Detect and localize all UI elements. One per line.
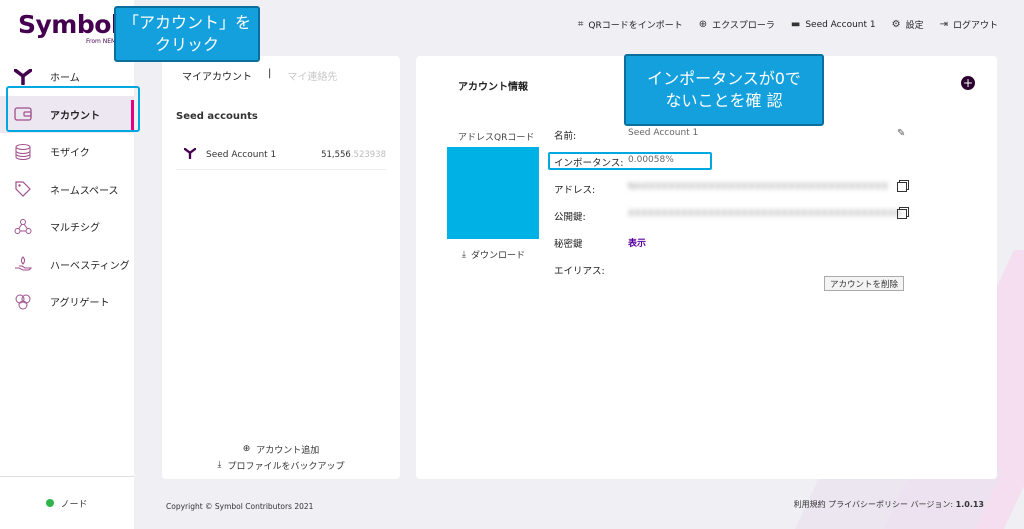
sidebar-item-namespace[interactable]: ネームスペース	[0, 171, 134, 209]
backup-profile-label: プロファイルをバックアップ	[227, 461, 345, 472]
sidebar-item-label: ホーム	[50, 73, 80, 85]
harvest-hand-icon	[12, 253, 34, 275]
address-value: NAXXXXXXXXXXXXXXXXXXXXXXXXXXXXXXXXXXXXX	[628, 182, 889, 192]
node-status-dot	[46, 499, 55, 507]
add-account-label: アカウント追加	[256, 445, 320, 456]
terms-link[interactable]: 利用規約	[794, 500, 826, 509]
symbol-y-icon	[183, 147, 197, 162]
coins-icon	[12, 141, 34, 163]
aggregate-icon	[12, 291, 34, 313]
alias-label: エイリアス:	[554, 266, 605, 277]
sidebar-item-mosaic[interactable]: モザイク	[0, 133, 134, 171]
callout-text: クリック	[154, 35, 219, 54]
accounts-tabs: マイアカウント | マイ連絡先	[182, 68, 337, 83]
show-private-key-link[interactable]: 表示	[628, 236, 646, 249]
gear-icon: ⚙	[891, 19, 901, 30]
download-icon: ⤓	[217, 460, 222, 470]
callout-text: ないことを確 認	[665, 91, 783, 110]
copy-address-icon[interactable]	[897, 182, 907, 192]
sidebar-item-label: マルチシグ	[50, 223, 100, 235]
logout-icon: ⇥	[939, 19, 948, 30]
download-icon: ⤓	[462, 249, 466, 260]
name-label: 名前:	[554, 131, 577, 142]
public-key-value: XXXXXXXXXXXXXXXXXXXXXXXXXXXXXXXXXXXXXXXX…	[628, 209, 912, 219]
symbol-logo[interactable]: Symbol	[18, 10, 120, 39]
logo-subtitle: From NEM	[86, 38, 117, 45]
node-status[interactable]: ノード	[0, 476, 134, 529]
qr-code-icon: ⌗	[577, 19, 584, 30]
address-label: アドレス:	[554, 185, 596, 196]
tab-my-accounts[interactable]: マイアカウント	[182, 68, 252, 83]
settings-label: 設定	[905, 21, 924, 31]
qr-code-label: アドレスQRコード	[458, 133, 535, 143]
version-value: 1.0.13	[955, 500, 984, 509]
qr-import-label: QRコードをインポート	[588, 21, 683, 31]
sidebar-item-label: ネームスペース	[50, 185, 119, 197]
sidebar-item-harvesting[interactable]: ハーベスティング	[0, 246, 134, 284]
account-balance: 51,556.523938	[321, 150, 386, 160]
accounts-panel: マイアカウント | マイ連絡先 Seed accounts Seed Accou…	[162, 56, 400, 479]
balance-decimals: .523938	[350, 149, 386, 160]
add-icon[interactable]: +	[961, 76, 975, 90]
account-list-item[interactable]: Seed Account 1 51,556.523938	[176, 140, 386, 170]
current-account-button[interactable]: ▬ Seed Account 1	[791, 19, 876, 30]
globe-icon: ⊕	[698, 19, 708, 30]
multisig-icon	[12, 216, 34, 238]
sidebar-item-aggregate[interactable]: アグリゲート	[0, 283, 134, 321]
tag-icon	[12, 178, 34, 200]
download-label: ダウンロード	[470, 251, 525, 261]
footer-links: 利用規約 プライバシーポリシー バージョン: 1.0.13	[794, 499, 984, 510]
sidebar-item-label: ハーベスティング	[50, 260, 130, 272]
privacy-link[interactable]: プライバシーポリシー	[828, 500, 908, 509]
annotation-highlight-account	[6, 86, 140, 132]
delete-account-button[interactable]: アカウントを削除	[824, 276, 904, 291]
sidebar-item-label: モザイク	[50, 148, 90, 160]
logout-label: ログアウト	[952, 21, 998, 31]
logout-button[interactable]: ⇥ ログアウト	[940, 18, 998, 31]
plus-circle-icon: ⊕	[242, 444, 251, 454]
copyright-text: Copyright © Symbol Contributors 2021	[166, 502, 314, 511]
tab-separator: |	[268, 68, 272, 79]
qr-import-button[interactable]: ⌗ QRコードをインポート	[578, 18, 683, 31]
account-info-title: アカウント情報	[458, 82, 528, 93]
account-name: Seed Account 1	[206, 149, 277, 160]
callout-text: 「アカウント」を	[122, 13, 251, 33]
current-account-label: Seed Account 1	[805, 19, 876, 30]
annotation-callout-importance: インポータンスが0で ないことを確 認	[624, 54, 824, 126]
sidebar: Symbol From NEM ホーム アカウント モザイク ネームスペース マ…	[0, 0, 134, 529]
sidebar-item-label: アグリゲート	[50, 298, 110, 310]
seed-accounts-heading: Seed accounts	[176, 111, 258, 122]
public-key-label: 公開鍵:	[554, 212, 586, 223]
address-qr-code	[447, 147, 539, 239]
version-label: バージョン:	[910, 500, 954, 509]
name-value: Seed Account 1	[628, 128, 699, 138]
annotation-highlight-importance	[548, 152, 712, 170]
add-account-button[interactable]: ⊕ アカウント追加	[162, 441, 400, 457]
backup-profile-button[interactable]: ⤓ プロファイルをバックアップ	[162, 457, 400, 473]
callout-text: インポータンスが0で	[647, 69, 801, 89]
node-label: ノード	[60, 499, 88, 510]
explorer-label: エクスプローラ	[712, 21, 775, 31]
download-qr-button[interactable]: ⤓ ダウンロード	[462, 248, 525, 262]
annotation-callout-click-account: 「アカウント」を クリック	[114, 6, 260, 62]
explorer-link[interactable]: ⊕ エクスプローラ	[699, 18, 775, 31]
sidebar-item-multisig[interactable]: マルチシグ	[0, 208, 134, 246]
copy-public-key-icon[interactable]	[897, 209, 907, 219]
pencil-icon[interactable]: ✎	[897, 128, 905, 139]
top-bar: ⌗ QRコードをインポート ⊕ エクスプローラ ▬ Seed Account 1…	[562, 18, 998, 31]
private-key-label: 秘密鍵	[554, 239, 583, 250]
symbol-y-icon	[12, 66, 34, 88]
accounts-actions: ⊕ アカウント追加 ⤓ プロファイルをバックアップ	[162, 441, 400, 473]
tab-contacts[interactable]: マイ連絡先	[287, 68, 337, 83]
settings-button[interactable]: ⚙ 設定	[892, 18, 924, 31]
wallet-icon: ▬	[790, 19, 801, 30]
balance-integer: 51,556	[321, 149, 351, 160]
